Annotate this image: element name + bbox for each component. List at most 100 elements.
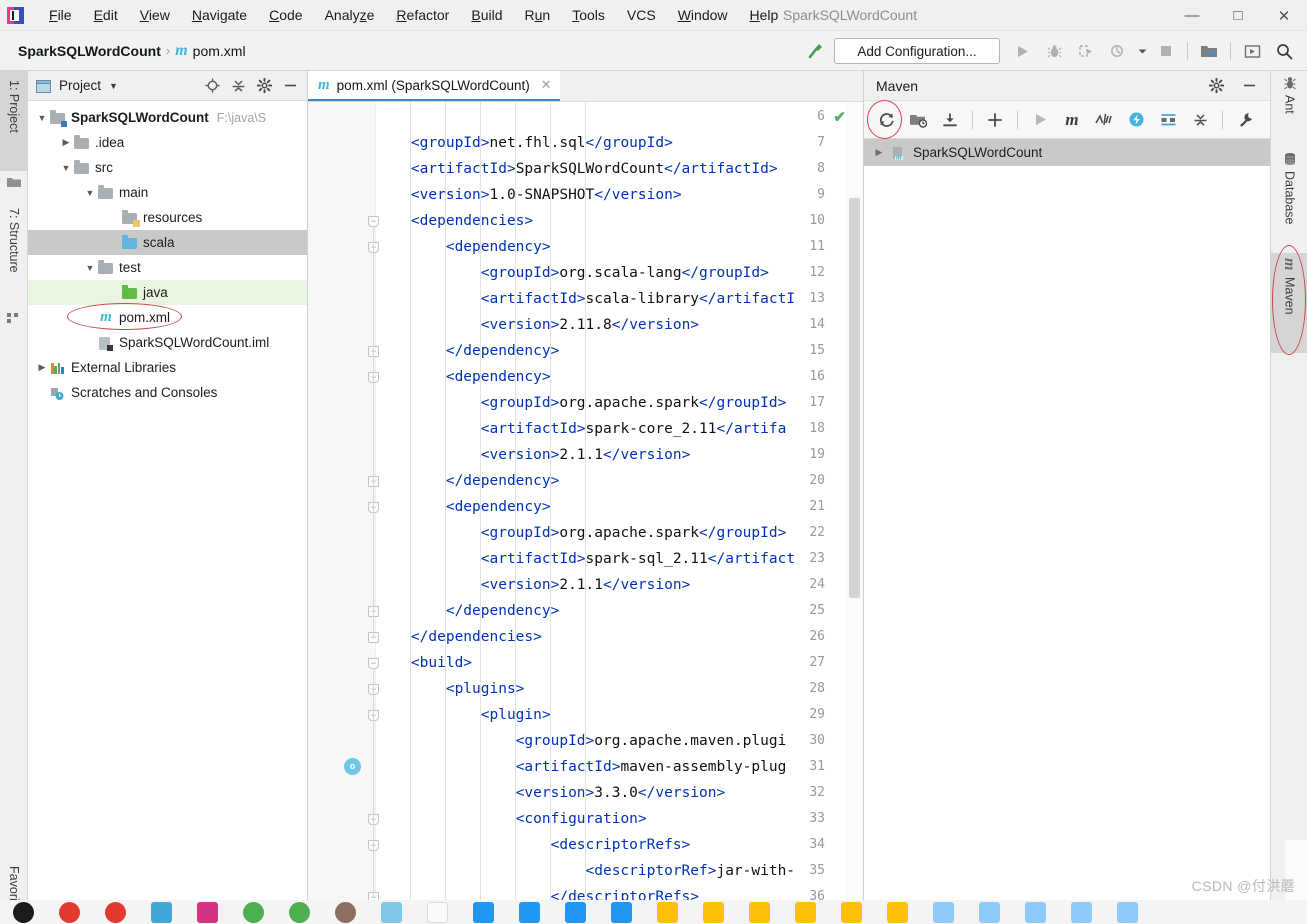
settings-gear-icon[interactable]	[1201, 71, 1231, 101]
taskbar-item[interactable]	[1058, 900, 1104, 924]
code-line[interactable]: </dependencies>	[376, 624, 542, 650]
taskbar-item[interactable]	[552, 900, 598, 924]
code-line[interactable]: <version>1.0-SNAPSHOT</version>	[376, 182, 682, 208]
settings-gear-icon[interactable]	[252, 74, 276, 98]
build-hammer-icon[interactable]	[800, 35, 832, 67]
chevron-right-icon[interactable]: ▶	[58, 137, 74, 148]
taskbar-item[interactable]	[506, 900, 552, 924]
chevron-down-icon[interactable]: ▼	[109, 81, 118, 91]
menu-tools[interactable]: Tools	[561, 2, 616, 28]
menu-run[interactable]: Run	[514, 2, 562, 28]
code-line[interactable]: <descriptorRefs>	[376, 832, 691, 858]
run-gutter-icon[interactable]: o	[344, 758, 361, 775]
menu-file[interactable]: File	[38, 2, 83, 28]
locate-icon[interactable]	[200, 74, 224, 98]
chevron-down-icon[interactable]: ▼	[82, 263, 98, 273]
taskbar-item[interactable]	[138, 900, 184, 924]
chevron-down-icon[interactable]	[1135, 36, 1149, 66]
code-line[interactable]: <artifactId>scala-library</artifactI	[376, 286, 795, 312]
profiler-icon[interactable]	[1103, 36, 1133, 66]
updates-icon[interactable]	[1237, 36, 1267, 66]
add-icon[interactable]	[980, 105, 1010, 135]
taskbar-item[interactable]	[1104, 900, 1150, 924]
tree-row-sparksqlwordcount[interactable]: ▼ SparkSQLWordCount F:\java\S	[28, 105, 307, 130]
taskbar-item[interactable]	[644, 900, 690, 924]
project-tree[interactable]: ▼ SparkSQLWordCount F:\java\S ▶ .idea ▼ …	[28, 101, 307, 405]
code-line[interactable]: <dependency>	[376, 364, 551, 390]
sidebar-item-structure[interactable]: 7: Structure	[0, 199, 28, 311]
taskbar-item[interactable]	[46, 900, 92, 924]
taskbar-item[interactable]	[368, 900, 414, 924]
toggle-offline-mode-icon[interactable]	[1121, 105, 1151, 135]
code-content[interactable]: <groupId>net.fhl.sql</groupId> <artifact…	[376, 102, 863, 924]
breadcrumb-file[interactable]: pom.xml	[193, 43, 246, 59]
menu-edit[interactable]: Edit	[83, 2, 129, 28]
taskbar-item[interactable]	[598, 900, 644, 924]
code-editor[interactable]: 678910−11−12131415−16−17181920−21−222324…	[308, 102, 863, 924]
search-everywhere-icon[interactable]	[1269, 36, 1299, 66]
menu-view[interactable]: View	[129, 2, 181, 28]
hide-icon[interactable]	[278, 74, 302, 98]
taskbar-item[interactable]	[782, 900, 828, 924]
editor-tab-pom-xml[interactable]: m pom.xml (SparkSQLWordCount) ✕	[308, 71, 560, 101]
maximize-button[interactable]: □	[1215, 0, 1261, 31]
code-line[interactable]: <groupId>org.scala-lang</groupId>	[376, 260, 769, 286]
collapse-all-icon[interactable]	[1185, 105, 1215, 135]
code-line[interactable]: <configuration>	[376, 806, 647, 832]
tree-row-external-libraries[interactable]: ▶ External Libraries	[28, 355, 307, 380]
close-icon[interactable]: ✕	[541, 77, 552, 93]
code-line[interactable]: <version>2.1.1</version>	[376, 442, 691, 468]
code-line[interactable]: <groupId>org.apache.spark</groupId>	[376, 520, 787, 546]
code-line[interactable]: <groupId>net.fhl.sql</groupId>	[376, 130, 673, 156]
toggle-skip-tests-icon[interactable]	[1089, 105, 1119, 135]
tree-row-src[interactable]: ▼ src	[28, 155, 307, 180]
taskbar-item[interactable]	[828, 900, 874, 924]
code-line[interactable]: <dependency>	[376, 494, 551, 520]
code-line[interactable]: </dependency>	[376, 338, 560, 364]
show-dependencies-icon[interactable]	[1153, 105, 1183, 135]
sidebar-item-ant[interactable]: Ant	[1271, 71, 1307, 137]
code-line[interactable]: <groupId>org.apache.spark</groupId>	[376, 390, 787, 416]
taskbar-item[interactable]	[230, 900, 276, 924]
menu-window[interactable]: Window	[667, 2, 739, 28]
run-maven-build-icon[interactable]	[1025, 105, 1055, 135]
code-line[interactable]: </dependency>	[376, 598, 560, 624]
menu-code[interactable]: Code	[258, 2, 313, 28]
code-line[interactable]: <dependency>	[376, 234, 551, 260]
code-line[interactable]: <version>2.1.1</version>	[376, 572, 691, 598]
taskbar-item[interactable]	[1012, 900, 1058, 924]
sidebar-item-database[interactable]: Database	[1271, 147, 1307, 263]
code-line[interactable]: <descriptorRef>jar-with-	[376, 858, 796, 884]
taskbar-item[interactable]	[322, 900, 368, 924]
editor-gutter[interactable]	[308, 102, 376, 924]
tree-row-java[interactable]: . java	[28, 280, 307, 305]
sidebar-item-maven[interactable]: m Maven	[1271, 253, 1307, 353]
taskbar-item[interactable]	[92, 900, 138, 924]
taskbar-item[interactable]	[966, 900, 1012, 924]
project-structure-icon[interactable]	[1194, 36, 1224, 66]
close-button[interactable]: ✕	[1261, 0, 1307, 31]
code-line[interactable]: <build>	[376, 650, 472, 676]
chevron-right-icon[interactable]: ▶	[872, 147, 886, 158]
maven-tree-row-sparksqlwordcount[interactable]: ▶ m SparkSQLWordCount	[864, 139, 1270, 166]
code-line[interactable]: <artifactId>SparkSQLWordCount</artifactI…	[376, 156, 778, 182]
tree-row-iml[interactable]: . SparkSQLWordCount.iml	[28, 330, 307, 355]
stop-icon[interactable]	[1151, 36, 1181, 66]
taskbar-item[interactable]	[736, 900, 782, 924]
execute-maven-goal-icon[interactable]: m	[1057, 105, 1087, 135]
code-line[interactable]: <groupId>org.apache.maven.plugi	[376, 728, 787, 754]
code-line[interactable]: <artifactId>maven-assembly-plug	[376, 754, 787, 780]
tree-row-scratches[interactable]: . Scratches and Consoles	[28, 380, 307, 405]
code-line[interactable]: <plugin>	[376, 702, 551, 728]
taskbar-item[interactable]	[920, 900, 966, 924]
inspection-ok-icon[interactable]: ✔	[833, 108, 846, 126]
chevron-down-icon[interactable]: ▼	[58, 163, 74, 173]
tree-row-test[interactable]: ▼ test	[28, 255, 307, 280]
run-with-coverage-icon[interactable]	[1071, 36, 1101, 66]
menu-build[interactable]: Build	[460, 2, 513, 28]
run-icon[interactable]	[1007, 36, 1037, 66]
menu-vcs[interactable]: VCS	[616, 2, 667, 28]
chevron-down-icon[interactable]: ▼	[34, 113, 50, 123]
menu-bar[interactable]: File Edit View Navigate Code Analyze Ref…	[38, 2, 789, 28]
taskbar-item[interactable]	[414, 900, 460, 924]
